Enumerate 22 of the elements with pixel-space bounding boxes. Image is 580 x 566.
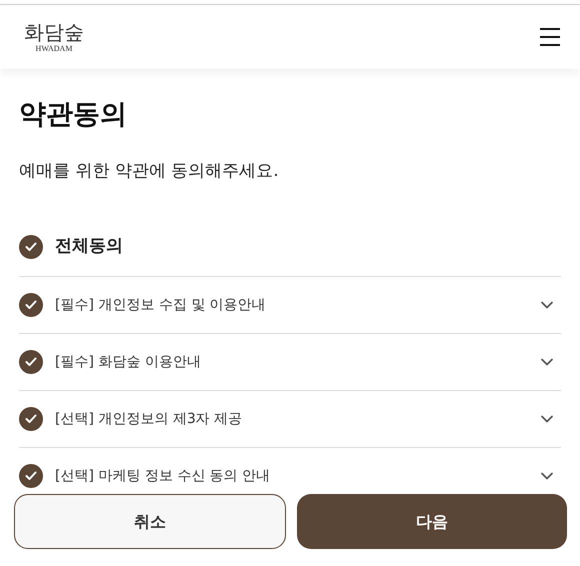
check-icon — [25, 414, 37, 424]
check-icon — [25, 471, 37, 481]
check-icon — [25, 300, 37, 310]
cancel-button[interactable]: 취소 — [14, 494, 286, 549]
checkbox[interactable] — [19, 407, 43, 431]
next-button[interactable]: 다음 — [297, 494, 567, 549]
page-title: 약관동의 — [19, 98, 128, 132]
logo-subtext: HWADAM — [36, 44, 72, 54]
subtitle: 예매를 위한 약관에 동의해주세요. — [19, 160, 280, 183]
agree-all-label[interactable]: 전체동의 — [55, 234, 123, 260]
term-label[interactable]: [선택] 개인정보의 제3자 제공 — [55, 408, 525, 430]
checkbox[interactable] — [19, 234, 43, 258]
checkbox[interactable] — [19, 350, 43, 374]
term-label[interactable]: [선택] 마케팅 정보 수신 동의 안내 — [55, 466, 525, 486]
check-icon — [25, 357, 37, 367]
term-label[interactable]: [필수] 개인정보 수집 및 이용안내 — [55, 294, 525, 316]
logo-text[interactable]: 화담숲 — [24, 20, 84, 44]
menu-icon[interactable] — [540, 28, 560, 46]
check-icon — [25, 242, 37, 252]
term-label[interactable]: [필수] 화담숲 이용안내 — [55, 352, 525, 372]
checkbox[interactable] — [19, 464, 43, 488]
checkbox[interactable] — [19, 293, 43, 317]
